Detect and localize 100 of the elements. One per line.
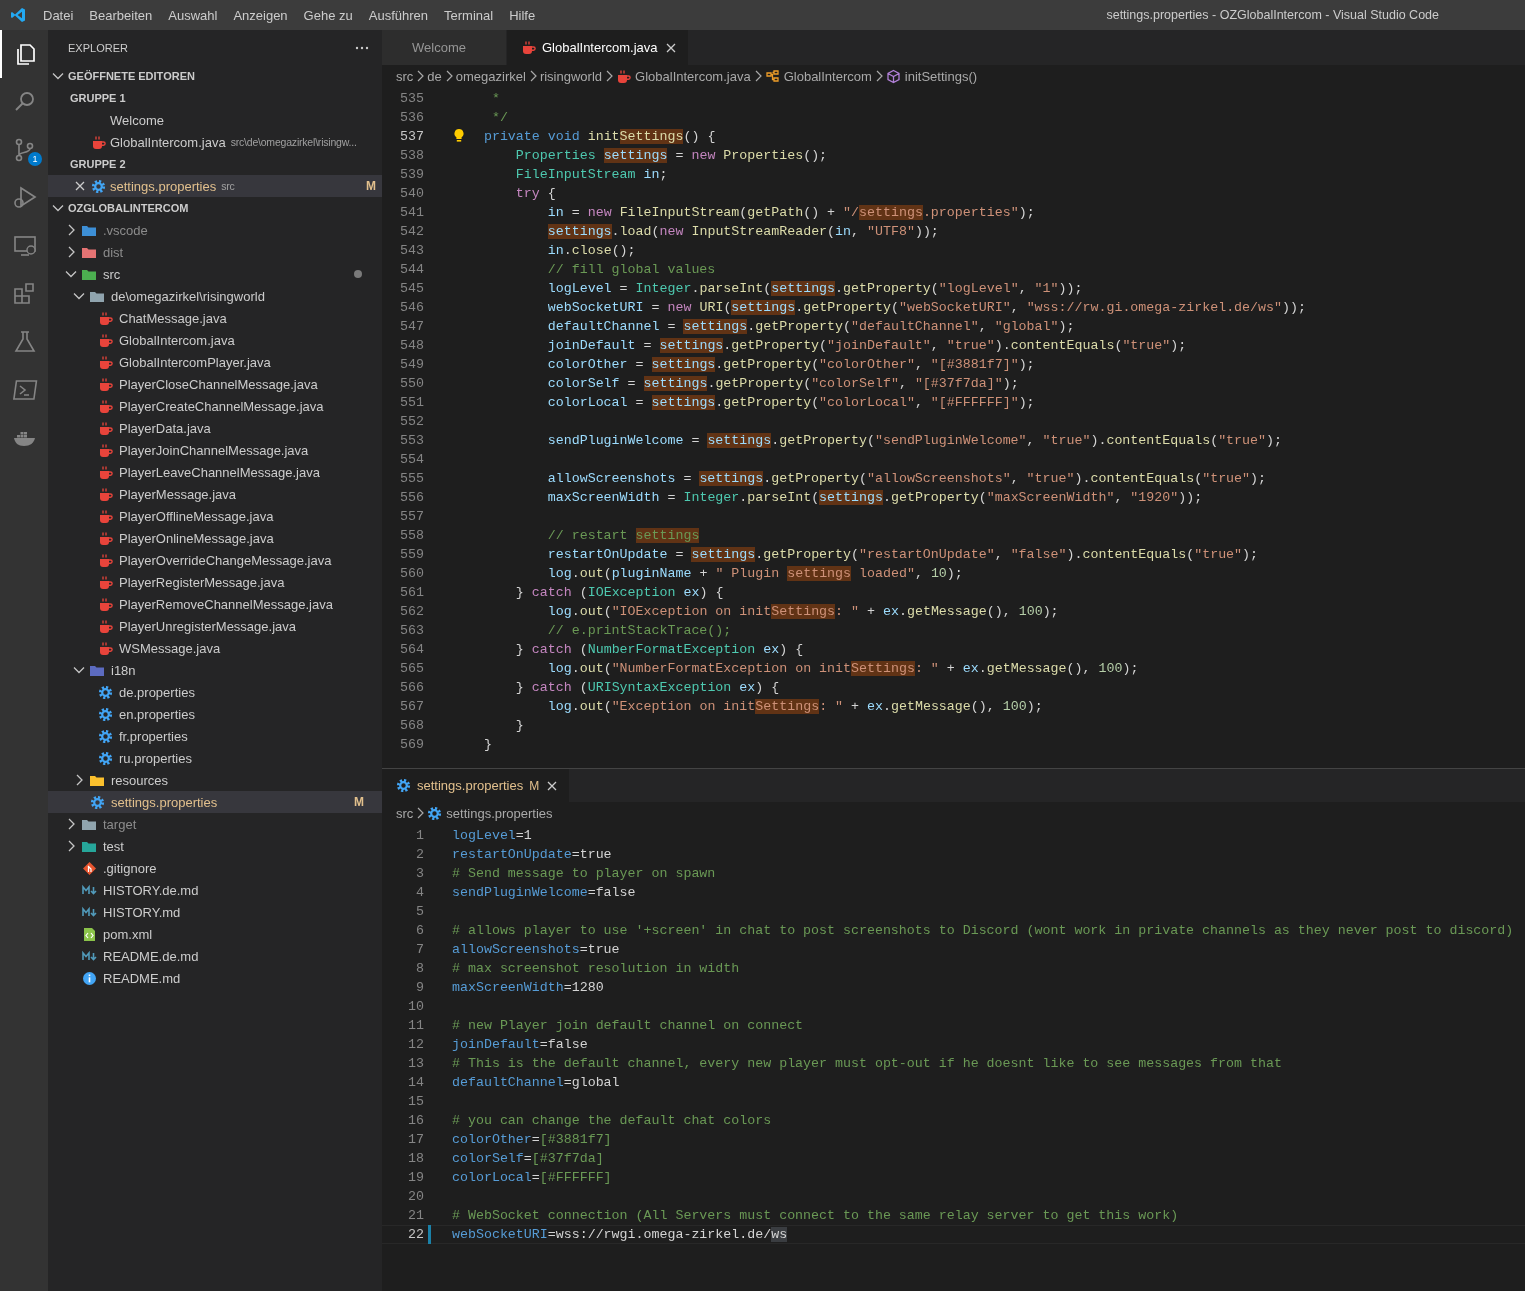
menu-item[interactable]: Gehe zu bbox=[295, 7, 361, 23]
file-row[interactable]: PlayerCreateChannelMessage.java bbox=[48, 395, 382, 417]
open-editor-item[interactable]: Welcome bbox=[48, 109, 382, 131]
folder-row[interactable]: test bbox=[48, 835, 382, 857]
file-path: src\de\omegazirkel\risingw... bbox=[230, 136, 357, 148]
lightbulb-icon[interactable] bbox=[453, 128, 465, 142]
code-line: } bbox=[514, 717, 524, 735]
editor-tab[interactable]: Welcome bbox=[382, 30, 507, 65]
coffee-cup-icon bbox=[97, 530, 113, 546]
file-row[interactable]: PlayerUnregisterMessage.java bbox=[48, 615, 382, 637]
play-bug-icon[interactable] bbox=[12, 185, 38, 211]
file-path: src bbox=[221, 180, 235, 192]
git-icon bbox=[81, 860, 97, 876]
file-row[interactable]: PlayerRemoveChannelMessage.java bbox=[48, 593, 382, 615]
open-editor-item[interactable]: GlobalIntercom.java src\de\omegazirkel\risingw... bbox=[48, 131, 382, 153]
line-number: 558 bbox=[399, 528, 424, 543]
code-line: logLevel=1 bbox=[452, 827, 532, 845]
file-row[interactable]: ru.properties bbox=[48, 747, 382, 769]
gear-icon bbox=[97, 750, 113, 766]
folder-row[interactable]: i18n bbox=[48, 659, 382, 681]
gear-icon bbox=[427, 805, 443, 821]
line-number: 11 bbox=[407, 1018, 424, 1033]
breadcrumb-item[interactable]: src bbox=[396, 805, 414, 821]
breadcrumb-item[interactable]: risingworld bbox=[539, 68, 603, 84]
file-row[interactable]: PlayerJoinChannelMessage.java bbox=[48, 439, 382, 461]
folder-row[interactable]: dist bbox=[48, 241, 382, 263]
terminal-icon[interactable] bbox=[12, 377, 38, 403]
file-row[interactable]: GlobalIntercomPlayer.java bbox=[48, 351, 382, 373]
code-line: // e.printStackTrace(); bbox=[546, 622, 732, 640]
line-number: 561 bbox=[399, 585, 424, 600]
coffee-cup-icon bbox=[97, 464, 113, 480]
file-row[interactable]: WSMessage.java bbox=[48, 637, 382, 659]
folder-row[interactable]: de\omegazirkel\risingworld bbox=[48, 285, 382, 307]
line-number: 543 bbox=[399, 243, 424, 258]
gear-icon bbox=[90, 178, 106, 194]
line-number: 545 bbox=[399, 281, 424, 296]
code-line: defaultChannel = settings.getProperty("defaultChannel", "global"); bbox=[546, 318, 1075, 336]
file-row[interactable]: HISTORY.md bbox=[48, 901, 382, 923]
file-name: PlayerJoinChannelMessage.java bbox=[119, 442, 309, 458]
breadcrumb-item[interactable]: GlobalIntercom.java bbox=[635, 68, 751, 84]
line-number: 22 bbox=[407, 1227, 424, 1242]
breadcrumb-item[interactable]: omegazirkel bbox=[455, 68, 526, 84]
file-row[interactable]: PlayerOnlineMessage.java bbox=[48, 527, 382, 549]
menu-item[interactable]: Auswahl bbox=[160, 7, 226, 23]
file-name: Welcome bbox=[110, 112, 164, 128]
file-name: GlobalIntercom.java bbox=[119, 332, 235, 348]
folder-row[interactable]: target bbox=[48, 813, 382, 835]
section-header[interactable]: GEÖFFNETE EDITOREN bbox=[68, 70, 195, 82]
editor-tab[interactable]: settings.properties M bbox=[382, 769, 571, 802]
menu-item[interactable]: Hilfe bbox=[501, 7, 544, 23]
editor-tab[interactable]: GlobalIntercom.java bbox=[506, 30, 689, 65]
line-number: 16 bbox=[407, 1113, 424, 1128]
folder-row[interactable]: src bbox=[48, 263, 382, 285]
file-row[interactable]: PlayerLeaveChannelMessage.java bbox=[48, 461, 382, 483]
file-row[interactable]: settings.properties M bbox=[48, 791, 382, 813]
gear-icon bbox=[97, 684, 113, 700]
file-row[interactable]: PlayerOfflineMessage.java bbox=[48, 505, 382, 527]
breadcrumb-item[interactable]: GlobalIntercom bbox=[783, 68, 872, 84]
file-row[interactable]: pom.xml bbox=[48, 923, 382, 945]
menu-item[interactable]: Anzeigen bbox=[225, 7, 296, 23]
file-row[interactable]: PlayerRegisterMessage.java bbox=[48, 571, 382, 593]
file-row[interactable]: fr.properties bbox=[48, 725, 382, 747]
file-name: PlayerRemoveChannelMessage.java bbox=[119, 596, 333, 612]
line-number: 546 bbox=[399, 300, 424, 315]
code-line: log.out("Exception on initSettings: " + ex.getMessage(), 100); bbox=[546, 698, 1043, 716]
file-row[interactable]: README.de.md bbox=[48, 945, 382, 967]
code-line: * bbox=[490, 90, 500, 108]
file-row[interactable]: PlayerCloseChannelMessage.java bbox=[48, 373, 382, 395]
flask-icon[interactable] bbox=[12, 329, 38, 355]
open-editor-item[interactable]: settings.properties src M bbox=[48, 175, 382, 197]
folder-row[interactable]: resources bbox=[48, 769, 382, 791]
section-header[interactable]: OZGLOBALINTERCOM bbox=[68, 202, 189, 214]
breadcrumb-item[interactable]: de bbox=[427, 68, 442, 84]
coffee-cup-icon bbox=[616, 68, 632, 84]
file-row[interactable]: de.properties bbox=[48, 681, 382, 703]
file-row[interactable]: HISTORY.de.md bbox=[48, 879, 382, 901]
group-label: GRUPPE 2 bbox=[70, 158, 126, 170]
file-row[interactable]: .gitignore bbox=[48, 857, 382, 879]
file-row[interactable]: PlayerMessage.java bbox=[48, 483, 382, 505]
code-line: allowScreenshots=true bbox=[452, 941, 620, 959]
file-row[interactable]: README.md bbox=[48, 967, 382, 989]
monitor-icon[interactable] bbox=[12, 233, 38, 259]
file-row[interactable]: en.properties bbox=[48, 703, 382, 725]
menu-item[interactable]: Terminal bbox=[436, 7, 502, 23]
menu-item[interactable]: Datei bbox=[35, 7, 82, 23]
menu-item[interactable]: Bearbeiten bbox=[81, 7, 161, 23]
menu-item[interactable]: Ausführen bbox=[360, 7, 437, 23]
close-icon[interactable] bbox=[73, 179, 87, 193]
breadcrumb-item[interactable]: src bbox=[396, 68, 414, 84]
file-row[interactable]: ChatMessage.java bbox=[48, 307, 382, 329]
line-number: 550 bbox=[399, 376, 424, 391]
markdown-icon bbox=[81, 882, 97, 898]
folder-row[interactable]: .vscode bbox=[48, 219, 382, 241]
file-row[interactable]: GlobalIntercom.java bbox=[48, 329, 382, 351]
line-number: 564 bbox=[399, 642, 424, 657]
breadcrumb-item[interactable]: initSettings() bbox=[904, 68, 978, 84]
breadcrumb-item[interactable]: settings.properties bbox=[446, 805, 553, 821]
file-row[interactable]: PlayerOverrideChangeMessage.java bbox=[48, 549, 382, 571]
file-row[interactable]: PlayerData.java bbox=[48, 417, 382, 439]
line-number: 1 bbox=[415, 828, 424, 843]
